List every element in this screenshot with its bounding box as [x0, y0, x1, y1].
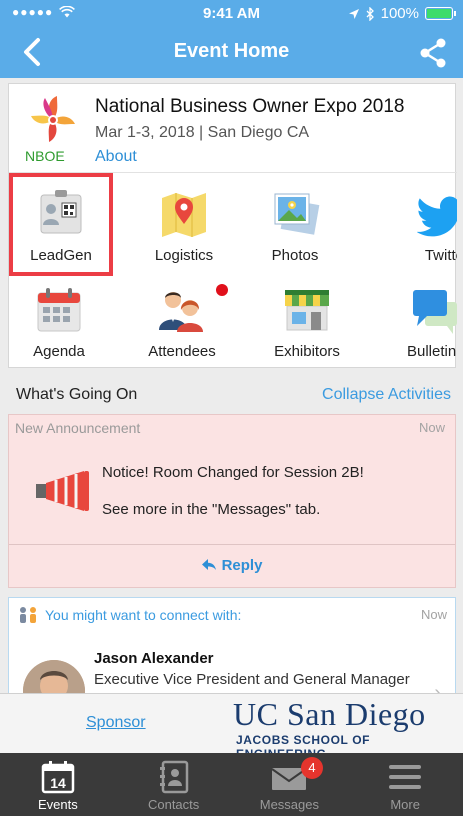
- page-title: Event Home: [173, 40, 290, 62]
- tab-label: Events: [38, 797, 78, 812]
- connect-role: Executive Vice President and General Man…: [94, 671, 410, 688]
- tab-label: Contacts: [147, 797, 200, 812]
- tile-photos[interactable]: Photos: [245, 180, 345, 270]
- tab-label: More: [390, 797, 420, 812]
- people-connect-icon: [20, 607, 36, 623]
- connect-suggestion-card[interactable]: You might want to connect with: Now Jaso…: [8, 597, 456, 722]
- announcement-card[interactable]: New Announcement Now Notice! Room Change…: [8, 414, 456, 588]
- tile-bulletin[interactable]: Bulletin: [387, 276, 457, 366]
- status-bar: ●●●●● 9:41 AM 100%: [0, 0, 463, 28]
- hamburger-icon: [389, 765, 422, 789]
- connect-time: Now: [420, 607, 447, 622]
- map-pin-icon: [162, 193, 206, 237]
- tab-bar: 14 Events Contacts 4 Messages More: [0, 753, 463, 816]
- event-title: National Business Owner Expo 2018: [95, 96, 405, 117]
- unread-badge: 4: [300, 757, 323, 779]
- tab-contacts[interactable]: Contacts: [116, 753, 232, 816]
- storefront-icon: [285, 290, 329, 331]
- tile-label: LeadGen: [30, 247, 92, 264]
- tile-agenda[interactable]: Agenda: [9, 276, 109, 366]
- calendar-day: 14: [50, 775, 66, 791]
- tile-label: Photos: [271, 247, 319, 264]
- tile-exhibitors[interactable]: Exhibitors: [257, 276, 357, 366]
- collapse-activities-link[interactable]: Collapse Activities: [322, 386, 451, 404]
- tab-more[interactable]: More: [347, 753, 463, 816]
- tile-attendees[interactable]: Attendees: [132, 276, 232, 366]
- sponsor-logo-title: UC San Diego: [233, 696, 426, 732]
- tile-twitter[interactable]: Twitter: [387, 180, 457, 270]
- tile-logistics[interactable]: Logistics: [134, 180, 234, 270]
- tile-leadgen[interactable]: LeadGen: [9, 173, 113, 276]
- tab-messages[interactable]: 4 Messages: [232, 753, 348, 816]
- event-card: NBOE National Business Owner Expo 2018 M…: [8, 83, 457, 368]
- announcement-line2: See more in the "Messages" tab.: [102, 501, 321, 518]
- address-book-icon: [159, 760, 188, 794]
- tile-label: Logistics: [154, 247, 214, 264]
- activities-heading: What's Going On: [16, 386, 138, 403]
- battery-icon: [425, 7, 456, 20]
- badge-qr-icon: [40, 190, 82, 234]
- bluetooth-icon: [366, 6, 374, 21]
- calendar-14-icon: 14: [41, 761, 75, 794]
- people-icon: [159, 292, 203, 332]
- sponsor-banner[interactable]: Sponsor UC San Diego JACOBS SCHOOL OF EN…: [0, 693, 463, 761]
- tile-label: Twitter: [424, 247, 457, 264]
- sponsor-link[interactable]: Sponsor: [86, 714, 146, 732]
- event-logo-text: NBOE: [25, 148, 65, 164]
- tile-label: Attendees: [148, 343, 216, 360]
- event-dates: Mar 1-3, 2018 | San Diego CA: [95, 124, 310, 141]
- status-right: 100%: [348, 5, 456, 22]
- calendar-icon: [37, 288, 81, 332]
- reply-button[interactable]: Reply: [9, 557, 455, 574]
- event-logo-icon: [31, 96, 75, 142]
- connect-name: Jason Alexander: [94, 650, 214, 667]
- tab-events[interactable]: 14 Events: [0, 753, 116, 816]
- announcement-line1: Notice! Room Changed for Session 2B!: [102, 464, 364, 481]
- tile-label: Bulletin: [407, 343, 457, 360]
- photos-icon: [274, 193, 320, 235]
- connect-heading: You might want to connect with:: [45, 607, 242, 623]
- about-link[interactable]: About: [95, 148, 137, 166]
- nav-bar: Event Home: [0, 28, 463, 78]
- location-arrow-icon: [348, 8, 359, 19]
- divider: [9, 544, 455, 545]
- announcement-time: Now: [418, 420, 445, 435]
- tile-label: Agenda: [33, 343, 85, 360]
- tile-label: Exhibitors: [274, 343, 340, 360]
- battery-percent: 100%: [380, 5, 419, 22]
- tab-label: Messages: [259, 797, 319, 812]
- chat-bubbles-icon: [413, 290, 457, 334]
- reply-arrow-icon: [201, 559, 216, 570]
- new-indicator-dot: [216, 284, 228, 296]
- announcement-type: New Announcement: [15, 420, 141, 436]
- twitter-icon: [417, 196, 457, 237]
- reply-label: Reply: [221, 557, 263, 574]
- share-icon[interactable]: [419, 38, 447, 68]
- megaphone-icon: [36, 471, 89, 511]
